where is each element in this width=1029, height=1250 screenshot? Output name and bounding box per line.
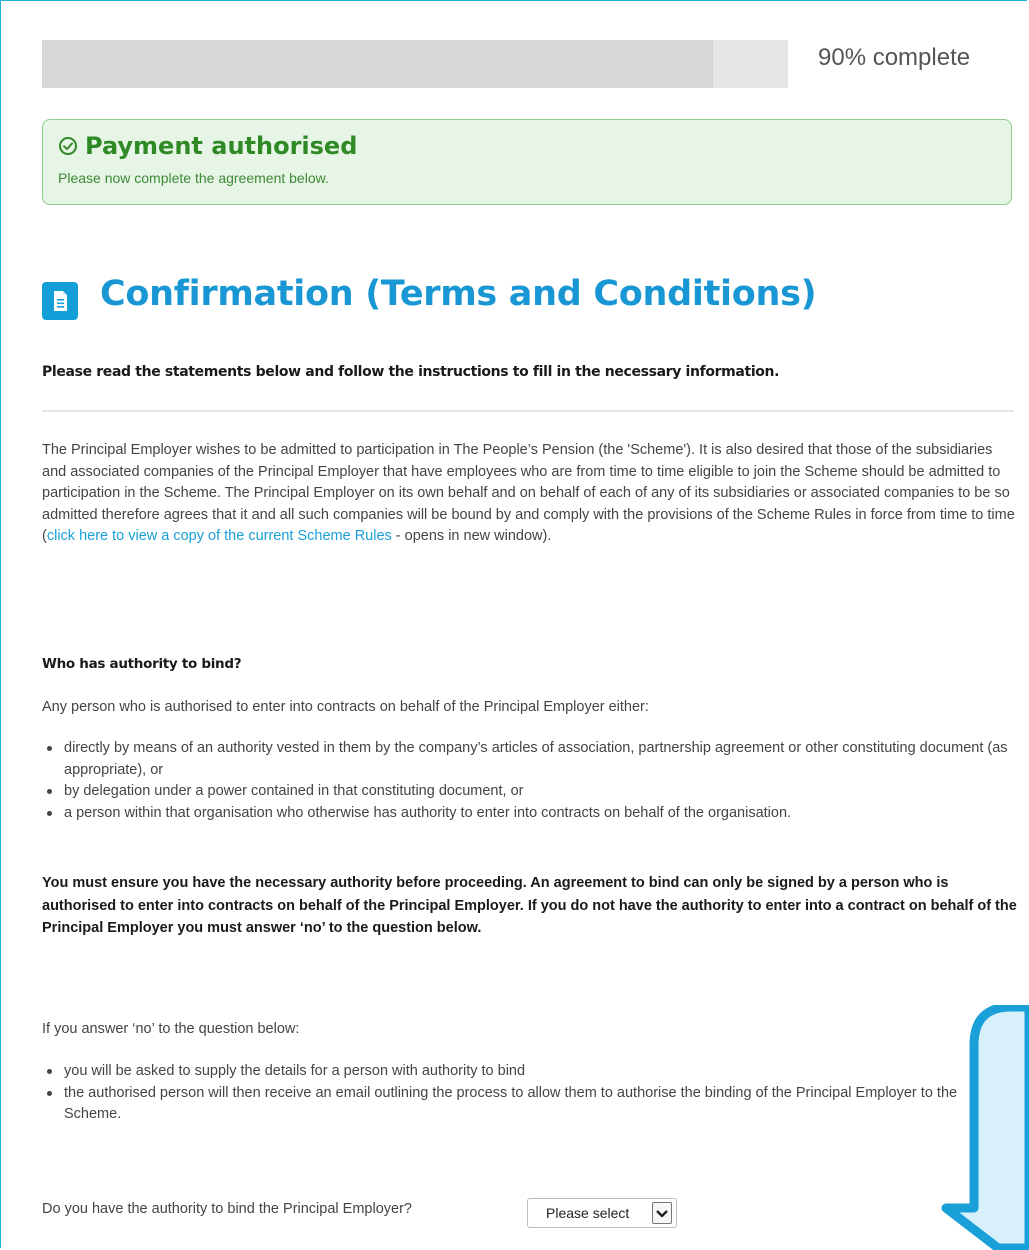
alert-title-text: Payment authorised xyxy=(85,132,358,160)
list-item: the authorised person will then receive … xyxy=(42,1083,1002,1126)
scheme-rules-link[interactable]: click here to view a copy of the current… xyxy=(47,528,392,544)
success-alert: Payment authorised Please now complete t… xyxy=(42,119,1012,205)
authority-intro: Any person who is authorised to enter in… xyxy=(42,699,649,715)
document-icon xyxy=(42,282,78,320)
divider xyxy=(42,410,1014,412)
if-no-intro: If you answer ‘no’ to the question below… xyxy=(42,1021,300,1037)
progress-label: 90% complete xyxy=(818,44,971,71)
authority-list: directly by means of an authority vested… xyxy=(42,738,1017,824)
list-item: a person within that organisation who ot… xyxy=(42,803,1017,825)
agreement-paragraph: The Principal Employer wishes to be admi… xyxy=(42,440,1017,548)
authority-question: Do you have the authority to bind the Pr… xyxy=(42,1201,412,1217)
authority-heading: Who has authority to bind? xyxy=(42,656,242,672)
list-item: you will be asked to supply the details … xyxy=(42,1061,1002,1083)
progress-fill xyxy=(42,40,714,88)
alert-message: Please now complete the agreement below. xyxy=(58,170,329,186)
check-circle-icon xyxy=(59,137,77,155)
agreement-text-end: - opens in new window). xyxy=(391,528,552,544)
progress-bar xyxy=(42,40,788,88)
page-title: Confirmation (Terms and Conditions) xyxy=(100,274,817,314)
chevron-down-icon[interactable] xyxy=(652,1202,672,1224)
callout-bubble xyxy=(941,1005,1029,1250)
authority-select[interactable]: Please select xyxy=(527,1198,677,1228)
select-value: Please select xyxy=(546,1205,630,1221)
authority-warning: You must ensure you have the necessary a… xyxy=(42,875,1017,936)
list-item: by delegation under a power contained in… xyxy=(42,781,1017,803)
if-no-list: you will be asked to supply the details … xyxy=(42,1061,1002,1126)
instructions-text: Please read the statements below and fol… xyxy=(42,364,780,380)
list-item: directly by means of an authority vested… xyxy=(42,738,1017,781)
alert-title: Payment authorised xyxy=(58,132,357,160)
